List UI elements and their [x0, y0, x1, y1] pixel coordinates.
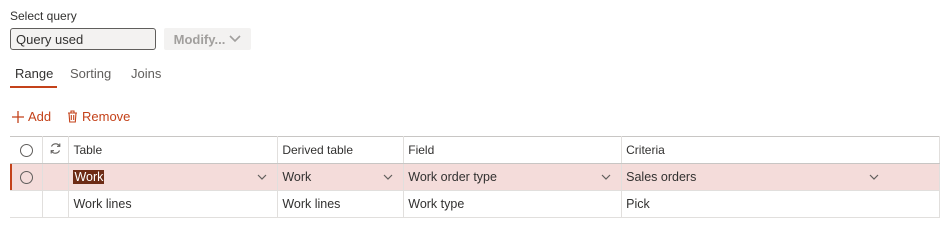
- trash-icon: [68, 110, 77, 123]
- column-header-field[interactable]: Field: [403, 136, 623, 164]
- modify-button[interactable]: Modify...: [164, 28, 251, 50]
- derived-table-cell[interactable]: Work: [277, 163, 405, 191]
- refresh-header[interactable]: [42, 136, 70, 164]
- criteria-value: Sales orders: [626, 170, 697, 184]
- derived-table-value: Work: [282, 170, 312, 184]
- column-header-derived-table[interactable]: Derived table: [277, 136, 405, 164]
- plus-icon: [12, 110, 24, 123]
- field-value: Work order type: [408, 170, 497, 184]
- row-select-cell[interactable]: [10, 163, 44, 191]
- range-grid: Table Derived table Field Criteria Work …: [10, 136, 940, 218]
- tab-range[interactable]: Range: [15, 66, 53, 81]
- criteria-cell[interactable]: Pick: [621, 190, 940, 218]
- remove-label: Remove: [82, 109, 131, 124]
- table-cell[interactable]: Work lines: [68, 190, 279, 218]
- table-row[interactable]: Work lines Work lines Work type Pick: [10, 190, 940, 218]
- chevron-down-icon[interactable]: [601, 174, 611, 180]
- chevron-down-icon[interactable]: [383, 174, 393, 180]
- query-input[interactable]: [10, 28, 156, 50]
- active-tab-indicator: [10, 86, 57, 88]
- radio-circle-icon: [19, 144, 33, 158]
- row-spacer-cell: [42, 190, 70, 218]
- chevron-down-icon: [229, 35, 241, 43]
- criteria-cell[interactable]: Sales orders: [621, 163, 940, 191]
- remove-button[interactable]: Remove: [67, 109, 130, 124]
- column-header-table[interactable]: Table: [68, 136, 279, 164]
- table-cell[interactable]: Work: [68, 163, 279, 191]
- add-label: Add: [28, 109, 52, 124]
- derived-table-cell[interactable]: Work lines: [277, 190, 405, 218]
- select-all-header[interactable]: [10, 136, 44, 164]
- modify-label: Modify...: [173, 31, 226, 47]
- table-row[interactable]: Work Work Work order type Sales orders: [10, 163, 940, 191]
- refresh-icon: [51, 143, 61, 154]
- radio-circle-icon: [19, 171, 33, 185]
- chevron-down-icon[interactable]: [257, 174, 267, 180]
- tab-sorting[interactable]: Sorting: [70, 66, 111, 81]
- tab-joins[interactable]: Joins: [131, 66, 161, 81]
- add-button[interactable]: Add: [12, 109, 51, 124]
- table-value: Work: [73, 170, 105, 184]
- row-select-cell[interactable]: [10, 190, 44, 218]
- field-cell[interactable]: Work type: [403, 190, 623, 218]
- select-query-label: Select query: [10, 9, 77, 23]
- field-cell[interactable]: Work order type: [403, 163, 623, 191]
- column-header-criteria[interactable]: Criteria: [621, 136, 940, 164]
- grid-header-row: Table Derived table Field Criteria: [10, 136, 940, 164]
- chevron-down-icon[interactable]: [869, 174, 879, 180]
- row-spacer-cell: [42, 163, 70, 191]
